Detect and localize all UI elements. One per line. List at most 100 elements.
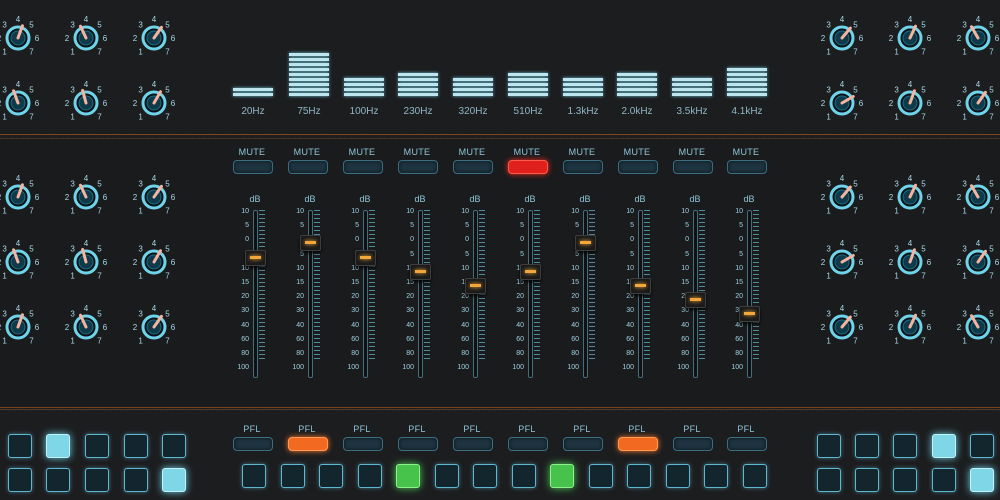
- rotary-knob[interactable]: 123 4567: [888, 81, 932, 125]
- drum-pad[interactable]: [588, 464, 613, 488]
- drum-pad[interactable]: [242, 464, 266, 488]
- rotary-knob[interactable]: 123 4567: [132, 81, 176, 125]
- rotary-knob[interactable]: 123 4567: [64, 305, 108, 349]
- fader-handle[interactable]: [355, 249, 376, 266]
- pfl-button[interactable]: [233, 437, 273, 451]
- fader-handle[interactable]: [410, 263, 431, 280]
- pfl-button[interactable]: [288, 437, 328, 451]
- drum-pad[interactable]: [8, 434, 32, 458]
- mute-button[interactable]: [288, 160, 328, 174]
- mute-button[interactable]: [343, 160, 383, 174]
- pfl-button[interactable]: [563, 437, 603, 451]
- mute-button[interactable]: [233, 160, 273, 174]
- rotary-knob[interactable]: 123 4567: [0, 81, 40, 125]
- rotary-knob[interactable]: 123 4567: [820, 175, 864, 219]
- drum-pad[interactable]: [280, 464, 305, 488]
- rotary-knob[interactable]: 123 4567: [0, 175, 40, 219]
- drum-pad[interactable]: [85, 468, 109, 492]
- drum-pad[interactable]: [704, 464, 728, 488]
- rotary-knob[interactable]: 123 4567: [956, 81, 1000, 125]
- rotary-knob[interactable]: 123 4567: [132, 175, 176, 219]
- pfl-button[interactable]: [398, 437, 438, 451]
- pfl-button[interactable]: [618, 437, 658, 451]
- fader-track[interactable]: [363, 210, 368, 378]
- pfl-button[interactable]: [727, 437, 767, 451]
- rotary-knob[interactable]: 123 4567: [820, 81, 864, 125]
- fader-track[interactable]: [253, 210, 258, 378]
- drum-pad[interactable]: [357, 464, 382, 488]
- rotary-knob[interactable]: 123 4567: [820, 16, 864, 60]
- drum-pad[interactable]: [162, 434, 186, 458]
- drum-pad[interactable]: [970, 468, 994, 492]
- drum-pad[interactable]: [893, 468, 917, 492]
- drum-pad[interactable]: [46, 468, 70, 492]
- rotary-knob[interactable]: 123 4567: [956, 175, 1000, 219]
- pfl-button[interactable]: [508, 437, 548, 451]
- mute-button[interactable]: [673, 160, 713, 174]
- fader-handle[interactable]: [575, 235, 596, 252]
- rotary-knob[interactable]: 123 4567: [64, 81, 108, 125]
- fader-handle[interactable]: [630, 278, 651, 294]
- drum-pad[interactable]: [627, 464, 651, 488]
- drum-pad[interactable]: [665, 464, 690, 488]
- mute-button[interactable]: [398, 160, 438, 174]
- drum-pad[interactable]: [319, 464, 343, 488]
- rotary-knob[interactable]: 123 4567: [0, 16, 40, 60]
- fader-track[interactable]: [528, 210, 533, 378]
- mute-button[interactable]: [618, 160, 658, 174]
- drum-pad[interactable]: [8, 468, 32, 492]
- mute-button[interactable]: [563, 160, 603, 174]
- rotary-knob[interactable]: 123 4567: [64, 175, 108, 219]
- drum-pad[interactable]: [511, 464, 536, 488]
- drum-pad[interactable]: [932, 468, 956, 492]
- rotary-knob[interactable]: 123 4567: [132, 240, 176, 284]
- rotary-knob[interactable]: 123 4567: [888, 175, 932, 219]
- fader-track[interactable]: [638, 210, 643, 378]
- drum-pad[interactable]: [932, 434, 956, 458]
- drum-pad[interactable]: [855, 468, 879, 492]
- rotary-knob[interactable]: 123 4567: [0, 240, 40, 284]
- fader-track[interactable]: [418, 210, 423, 378]
- mute-button[interactable]: [727, 160, 767, 174]
- drum-pad[interactable]: [855, 434, 879, 458]
- pfl-button[interactable]: [343, 437, 383, 451]
- fader-handle[interactable]: [739, 306, 760, 323]
- fader-track[interactable]: [473, 210, 478, 378]
- drum-pad[interactable]: [434, 464, 459, 488]
- rotary-knob[interactable]: 123 4567: [956, 240, 1000, 284]
- pfl-button[interactable]: [673, 437, 713, 451]
- drum-pad[interactable]: [970, 434, 994, 458]
- drum-pad[interactable]: [85, 434, 109, 458]
- fader-handle[interactable]: [300, 235, 321, 252]
- rotary-knob[interactable]: 123 4567: [132, 16, 176, 60]
- rotary-knob[interactable]: 123 4567: [132, 305, 176, 349]
- rotary-knob[interactable]: 123 4567: [888, 305, 932, 349]
- rotary-knob[interactable]: 123 4567: [0, 305, 40, 349]
- drum-pad[interactable]: [893, 434, 917, 458]
- drum-pad[interactable]: [473, 464, 497, 488]
- drum-pad[interactable]: [124, 434, 148, 458]
- fader-handle[interactable]: [520, 263, 541, 280]
- rotary-knob[interactable]: 123 4567: [956, 16, 1000, 60]
- rotary-knob[interactable]: 123 4567: [888, 240, 932, 284]
- drum-pad[interactable]: [396, 464, 420, 488]
- pfl-button[interactable]: [453, 437, 493, 451]
- drum-pad[interactable]: [162, 468, 186, 492]
- fader-handle[interactable]: [685, 292, 706, 309]
- drum-pad[interactable]: [817, 468, 841, 492]
- drum-pad[interactable]: [550, 464, 574, 488]
- rotary-knob[interactable]: 123 4567: [64, 16, 108, 60]
- drum-pad[interactable]: [742, 464, 767, 488]
- drum-pad[interactable]: [124, 468, 148, 492]
- rotary-knob[interactable]: 123 4567: [888, 16, 932, 60]
- mute-button[interactable]: [508, 160, 548, 174]
- mute-button[interactable]: [453, 160, 493, 174]
- rotary-knob[interactable]: 123 4567: [820, 305, 864, 349]
- drum-pad[interactable]: [46, 434, 70, 458]
- fader-handle[interactable]: [245, 249, 266, 266]
- fader-handle[interactable]: [465, 278, 486, 294]
- rotary-knob[interactable]: 123 4567: [64, 240, 108, 284]
- rotary-knob[interactable]: 123 4567: [820, 240, 864, 284]
- drum-pad[interactable]: [817, 434, 841, 458]
- fader-track[interactable]: [747, 210, 752, 378]
